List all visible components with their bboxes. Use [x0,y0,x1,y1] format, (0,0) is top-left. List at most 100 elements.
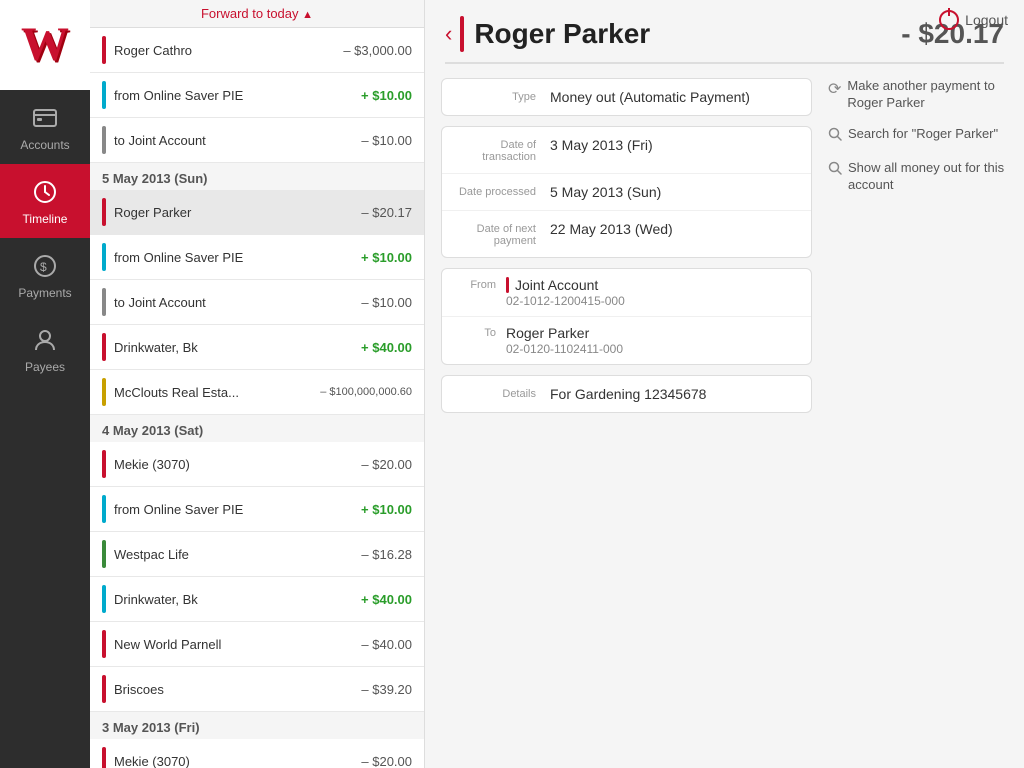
detail-header: ‹ Roger Parker - $20.17 [425,0,1024,52]
forward-arrow-icon: ▲ [302,9,313,21]
date-text: 4 May 2013 (Sat) [102,423,203,438]
transaction-amount: – $3,000.00 [343,43,412,58]
table-row[interactable]: Roger Parker – $20.17 [90,190,424,235]
table-row[interactable]: New World Parnell – $40.00 [90,622,424,667]
sidebar-item-payees[interactable]: Payees [0,312,90,386]
table-row[interactable]: Drinkwater, Bk + $40.00 [90,577,424,622]
transaction-amount: + $10.00 [361,502,412,517]
details-card: Details For Gardening 12345678 [441,375,812,413]
to-row: To Roger Parker 02-0120-1102411-000 [442,317,811,364]
table-row[interactable]: Westpac Life – $16.28 [90,532,424,577]
table-row[interactable]: from Online Saver PIE + $10.00 [90,487,424,532]
search-payee-label: Search for "Roger Parker" [848,126,998,143]
transaction-section-0: Roger Cathro – $3,000.00 from Online Sav… [90,28,424,163]
transaction-name: Briscoes [114,682,353,697]
transaction-amount: – $20.00 [361,457,412,472]
from-account-number: 02-1012-1200415-000 [506,294,797,308]
transaction-amount: – $10.00 [361,295,412,310]
transaction-name: to Joint Account [114,295,353,310]
transaction-amount: + $10.00 [361,250,412,265]
transaction-amount: + $40.00 [361,592,412,607]
refresh-icon: ⟳ [828,79,841,99]
back-button[interactable]: ‹ [445,21,452,47]
transaction-amount: – $39.20 [361,682,412,697]
show-money-out-action[interactable]: Show all money out for this account [828,160,1008,194]
date-text: 3 May 2013 (Fri) [102,720,200,735]
date-next-row: Date of next payment 22 May 2013 (Wed) [442,211,811,257]
logo-area: W [0,0,90,90]
logout-label: Logout [965,12,1008,28]
table-row[interactable]: McClouts Real Esta... – $100,000,000.60 [90,370,424,415]
transaction-amount: – $10.00 [361,133,412,148]
transaction-name: Drinkwater, Bk [114,592,353,607]
details-row: Details For Gardening 12345678 [442,376,811,412]
search-payee-action[interactable]: Search for "Roger Parker" [828,126,1008,146]
transaction-name: to Joint Account [114,133,353,148]
transaction-name: Roger Cathro [114,43,335,58]
sidebar-item-timeline[interactable]: Timeline [0,164,90,238]
table-row[interactable]: to Joint Account – $10.00 [90,280,424,325]
transaction-name: Mekie (3070) [114,457,353,472]
date-header: 3 May 2013 (Fri) [90,712,424,739]
transaction-name: New World Parnell [114,637,353,652]
detail-title-group: Roger Parker [460,16,901,52]
table-row[interactable]: Mekie (3070) – $20.00 [90,739,424,768]
make-payment-action[interactable]: ⟳ Make another payment to Roger Parker [828,78,1008,112]
search-icon-2 [828,161,842,180]
middle-panel: Forward to today ▲ Roger Cathro – $3,000… [90,0,425,768]
transaction-name: from Online Saver PIE [114,88,353,103]
table-row[interactable]: Briscoes – $39.20 [90,667,424,712]
table-row[interactable]: from Online Saver PIE + $10.00 [90,235,424,280]
date-next-value: 22 May 2013 (Wed) [550,221,797,237]
detail-cards: Type Money out (Automatic Payment) Date … [441,78,812,423]
color-indicator [102,126,106,154]
table-row[interactable]: Roger Cathro – $3,000.00 [90,28,424,73]
color-indicator [102,378,106,406]
transaction-section-3: Mekie (3070) – $20.00 from Online Saver … [90,739,424,768]
type-label: Type [456,89,536,103]
logout-button[interactable]: Logout [939,10,1008,30]
type-card: Type Money out (Automatic Payment) [441,78,812,116]
type-row: Type Money out (Automatic Payment) [442,79,811,115]
from-row: From Joint Account 02-1012-1200415-000 [442,269,811,317]
sidebar-item-accounts[interactable]: Accounts [0,90,90,164]
table-row[interactable]: to Joint Account – $10.00 [90,118,424,163]
date-header: 4 May 2013 (Sat) [90,415,424,442]
svg-text:$: $ [40,260,47,274]
transaction-amount: – $16.28 [361,547,412,562]
detail-red-bar [460,16,464,52]
accounts-icon [29,102,61,134]
to-label: To [456,325,496,339]
payees-label: Payees [25,360,65,374]
transaction-name: Westpac Life [114,547,353,562]
color-indicator [102,81,106,109]
timeline-icon [29,176,61,208]
transaction-amount: – $100,000,000.60 [320,386,412,398]
forward-label: Forward to today [201,6,299,21]
dates-card: Date of transaction 3 May 2013 (Fri) Dat… [441,126,812,258]
forward-to-today-bar[interactable]: Forward to today ▲ [90,0,424,28]
detail-actions: ⟳ Make another payment to Roger Parker S… [828,78,1008,423]
transaction-section-2: Mekie (3070) – $20.00 from Online Saver … [90,442,424,712]
from-label: From [456,277,496,291]
color-indicator [102,675,106,703]
color-indicator [102,747,106,768]
detail-panel: Logout ‹ Roger Parker - $20.17 Type Mone… [425,0,1024,768]
color-indicator [102,540,106,568]
power-icon [939,10,959,30]
transaction-name: Mekie (3070) [114,754,353,768]
color-indicator [102,243,106,271]
table-row[interactable]: Drinkwater, Bk + $40.00 [90,325,424,370]
table-row[interactable]: from Online Saver PIE + $10.00 [90,73,424,118]
table-row[interactable]: Mekie (3070) – $20.00 [90,442,424,487]
payments-icon: $ [29,250,61,282]
transaction-amount: – $20.00 [361,754,412,768]
date-transaction-label: Date of transaction [456,137,536,163]
to-content: Roger Parker 02-0120-1102411-000 [506,325,797,356]
transaction-amount: – $20.17 [361,205,412,220]
date-processed-label: Date processed [456,184,536,198]
sidebar-item-payments[interactable]: $ Payments [0,238,90,312]
transaction-name: Drinkwater, Bk [114,340,353,355]
color-indicator [102,495,106,523]
from-to-card: From Joint Account 02-1012-1200415-000 T… [441,268,812,365]
